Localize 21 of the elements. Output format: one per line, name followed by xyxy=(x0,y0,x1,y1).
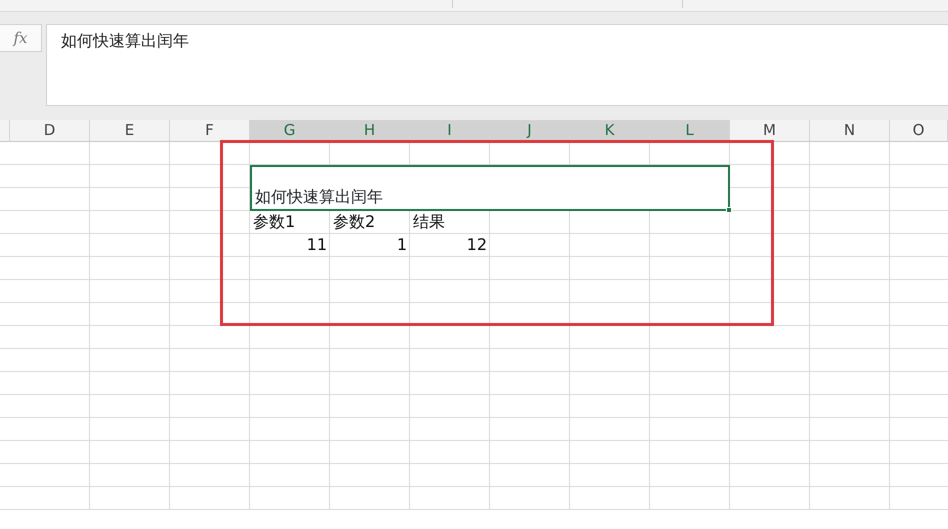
table-cell-text: 11 xyxy=(306,234,328,256)
formula-input[interactable]: 如何快速算出闰年 xyxy=(46,24,948,106)
merged-cell[interactable]: 如何快速算出闰年 xyxy=(250,165,730,211)
column-header[interactable]: N xyxy=(810,120,890,142)
column-header[interactable]: M xyxy=(730,120,810,142)
column-header[interactable]: O xyxy=(890,120,948,142)
table-cell-text: 12 xyxy=(466,234,488,256)
column-header[interactable]: I xyxy=(410,120,490,142)
column-header[interactable]: H xyxy=(330,120,410,142)
column-header[interactable]: K xyxy=(570,120,650,142)
table-cell-text: 结果 xyxy=(412,211,446,233)
table-cell-text: 参数2 xyxy=(332,211,376,233)
table-cell-text: 参数1 xyxy=(252,211,296,233)
column-header[interactable]: J xyxy=(490,120,570,142)
table-cell-text: 1 xyxy=(396,234,408,256)
column-header[interactable]: D xyxy=(10,120,90,142)
insert-function-button[interactable]: fx xyxy=(0,24,42,52)
column-header[interactable]: L xyxy=(650,120,730,142)
column-header[interactable]: G xyxy=(250,120,330,142)
column-header[interactable]: E xyxy=(90,120,170,142)
column-header[interactable]: F xyxy=(170,120,250,142)
